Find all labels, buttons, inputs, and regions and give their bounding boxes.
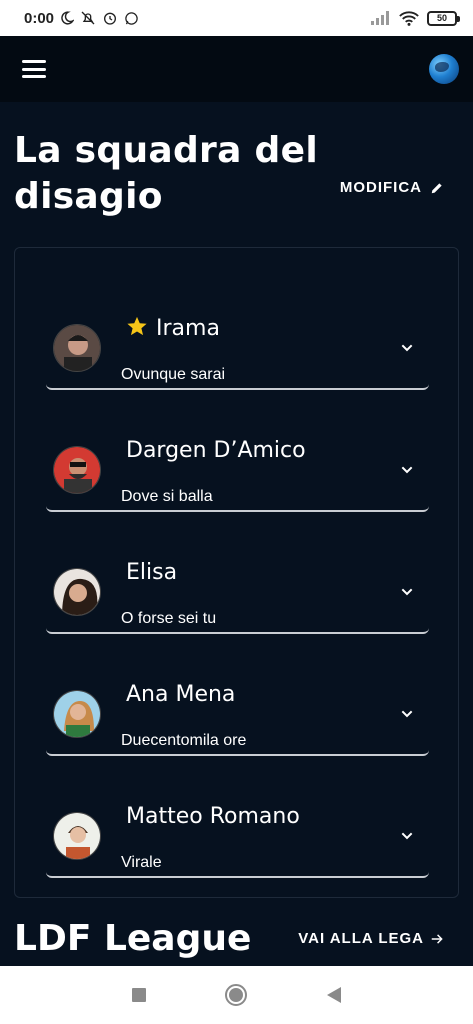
page-title: La squadra del disagio [14,130,318,217]
artist-name: Elisa [126,560,178,585]
battery-indicator: 50 [427,10,460,26]
team-member-row[interactable]: Elisa O forse sei tu [46,512,429,634]
arrow-right-icon [431,933,443,944]
chevron-down-icon[interactable] [399,828,415,844]
artist-name: Ana Mena [126,682,236,707]
edit-button-label: MODIFICA [339,179,422,196]
artist-name: Dargen D’Amico [126,438,306,463]
signal-icon [371,11,389,25]
artist-photo [53,324,101,372]
artist-photo [53,690,101,738]
app-bar [0,36,473,102]
song-title: O forse sei tu [121,610,217,627]
song-title: Dove si balla [121,488,213,505]
team-member-row[interactable]: Ana Mena Duecentomila ore [46,634,429,756]
pencil-icon [431,182,442,193]
alarm-icon [104,12,117,25]
system-nav-bar [0,966,473,1024]
team-card: Irama Ovunque sarai Dargen D’Amico Dove … [14,247,459,898]
song-title: Ovunque sarai [121,366,226,383]
home-circle-icon[interactable] [224,983,248,1007]
artist-photo [53,568,101,616]
edit-button[interactable]: MODIFICA [340,179,444,196]
wifi-icon [399,11,419,26]
recents-square-icon[interactable] [127,983,151,1007]
go-to-league-button[interactable]: VAI ALLA LEGA [298,930,444,947]
team-member-row[interactable]: Irama Ovunque sarai [46,268,429,390]
go-to-league-label: VAI ALLA LEGA [298,930,424,947]
star-icon [127,316,147,336]
status-bar: 0:00 50 [0,0,473,36]
song-title: Virale [121,854,162,871]
status-time: 0:00 [24,9,55,27]
notifications-off-icon [81,11,95,25]
artist-photo [53,446,101,494]
chevron-down-icon[interactable] [399,706,415,722]
artist-name: Matteo Romano [126,804,300,829]
hamburger-menu-icon[interactable] [22,60,46,78]
artist-photo [53,812,101,860]
team-header: La squadra del disagio MODIFICA [14,128,444,220]
moon-icon [61,11,75,25]
artist-name: Irama [126,314,220,344]
team-member-row[interactable]: Dargen D’Amico Dove si balla [46,390,429,512]
league-section: LDF League VAI ALLA LEGA [14,918,444,959]
profile-avatar[interactable] [429,54,459,84]
chevron-down-icon[interactable] [399,584,415,600]
artist-name-text: Irama [156,316,220,341]
chevron-down-icon[interactable] [399,462,415,478]
chevron-down-icon[interactable] [399,340,415,356]
league-title: LDF League [14,918,252,959]
back-triangle-icon[interactable] [322,983,346,1007]
song-title: Duecentomila ore [121,732,247,749]
team-member-row[interactable]: Matteo Romano Virale [46,756,429,878]
whatsapp-icon [125,11,138,25]
